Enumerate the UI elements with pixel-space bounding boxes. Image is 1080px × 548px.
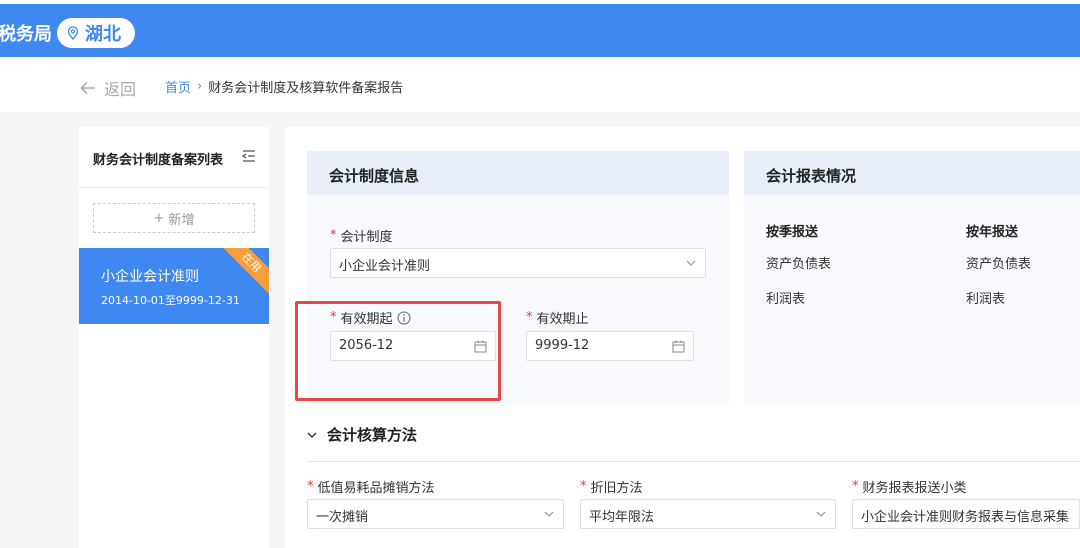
policy-panel-title: 会计制度信息 xyxy=(307,151,729,195)
accounting-system-select[interactable]: 小企业会计准则 xyxy=(330,248,706,278)
required-mark: * xyxy=(580,479,587,494)
sidebar-divider xyxy=(79,187,269,188)
add-filing-button[interactable]: + 新增 xyxy=(93,203,255,233)
nav-bar: 返回 首页 › 财务会计制度及核算软件备案报告 xyxy=(0,60,1080,112)
breadcrumb-separator: › xyxy=(197,79,203,94)
end-label-text: 有效期止 xyxy=(536,312,589,327)
required-mark: * xyxy=(307,479,314,494)
status-badge: 在用 xyxy=(216,248,269,298)
sidebar-item-range: 2014-10-01至9999-12-31 xyxy=(101,294,240,307)
end-date-value: 9999-12 xyxy=(535,338,590,353)
end-date-label: * 有效期止 xyxy=(526,308,589,327)
chevron-down-icon xyxy=(816,511,826,517)
amortization-value: 一次摊销 xyxy=(316,510,369,525)
plus-icon: + xyxy=(153,210,165,226)
amortization-label-text: 低值易耗品摊销方法 xyxy=(317,481,435,496)
annual-item: 资产负债表 xyxy=(966,257,1032,272)
report-subtype-label-text: 财务报表报送小类 xyxy=(862,481,967,496)
bureau-title: 税务局 xyxy=(0,24,52,45)
section-title: 会计核算方法 xyxy=(327,426,418,444)
highlight-box xyxy=(295,301,501,401)
depreciation-method-select[interactable]: 平均年限法 xyxy=(580,499,836,529)
add-label: 新增 xyxy=(168,212,195,228)
quarterly-item: 利润表 xyxy=(766,292,806,307)
annual-item: 利润表 xyxy=(966,292,1006,307)
sidebar-title: 财务会计制度备案列表 xyxy=(93,153,224,168)
filing-list-sidebar: 财务会计制度备案列表 + 新增 小企业会计准则 2014-10-01至9999-… xyxy=(79,127,269,548)
chevron-down-icon xyxy=(544,511,554,517)
annual-header: 按年报送 xyxy=(966,225,1019,240)
chevron-down-icon xyxy=(307,432,317,438)
accounting-system-value: 小企业会计准则 xyxy=(339,259,431,274)
chevron-down-icon xyxy=(686,260,696,266)
system-label-text: 会计制度 xyxy=(340,230,393,245)
sidebar-item-small-enterprise[interactable]: 小企业会计准则 2014-10-01至9999-12-31 在用 xyxy=(79,248,269,324)
report-subtype-select[interactable]: 小企业会计准则财务报表与信息采集 xyxy=(852,499,1080,529)
system-field-label: * 会计制度 xyxy=(330,226,393,245)
report-status-panel: 会计报表情况 xyxy=(744,151,1080,405)
amortization-method-select[interactable]: 一次摊销 xyxy=(307,499,564,529)
location-pin-icon xyxy=(67,26,79,40)
arrow-left-icon xyxy=(80,81,95,95)
required-mark: * xyxy=(330,228,337,243)
calendar-icon xyxy=(672,340,685,353)
quarterly-header: 按季报送 xyxy=(766,225,819,240)
depreciation-label: * 折旧方法 xyxy=(580,477,643,496)
region-label: 湖北 xyxy=(85,24,121,45)
breadcrumb: 首页 › 财务会计制度及核算软件备案报告 xyxy=(165,77,403,96)
amortization-label: * 低值易耗品摊销方法 xyxy=(307,477,435,496)
report-subtype-value: 小企业会计准则财务报表与信息采集 xyxy=(861,510,1070,525)
depreciation-label-text: 折旧方法 xyxy=(590,481,643,496)
required-mark: * xyxy=(852,479,859,494)
required-mark: * xyxy=(526,310,533,325)
back-button[interactable]: 返回 xyxy=(80,76,136,100)
accounting-methods-toggle[interactable]: 会计核算方法 xyxy=(307,424,417,445)
back-label: 返回 xyxy=(104,80,137,99)
region-selector[interactable]: 湖北 xyxy=(57,18,135,48)
end-date-picker[interactable]: 9999-12 xyxy=(526,331,694,361)
report-subtype-label: * 财务报表报送小类 xyxy=(852,477,967,496)
top-bar: 税务局 湖北 xyxy=(0,0,1080,60)
section-divider xyxy=(307,461,1080,462)
collapse-menu-icon[interactable] xyxy=(241,148,257,164)
breadcrumb-current: 财务会计制度及核算软件备案报告 xyxy=(208,81,404,96)
breadcrumb-home-link[interactable]: 首页 xyxy=(165,77,191,96)
top-bar-header: 税务局 湖北 xyxy=(0,4,1080,57)
quarterly-item: 资产负债表 xyxy=(766,257,832,272)
sidebar-item-name: 小企业会计准则 xyxy=(101,269,199,285)
report-panel-title: 会计报表情况 xyxy=(744,151,1080,195)
depreciation-value: 平均年限法 xyxy=(589,510,655,525)
